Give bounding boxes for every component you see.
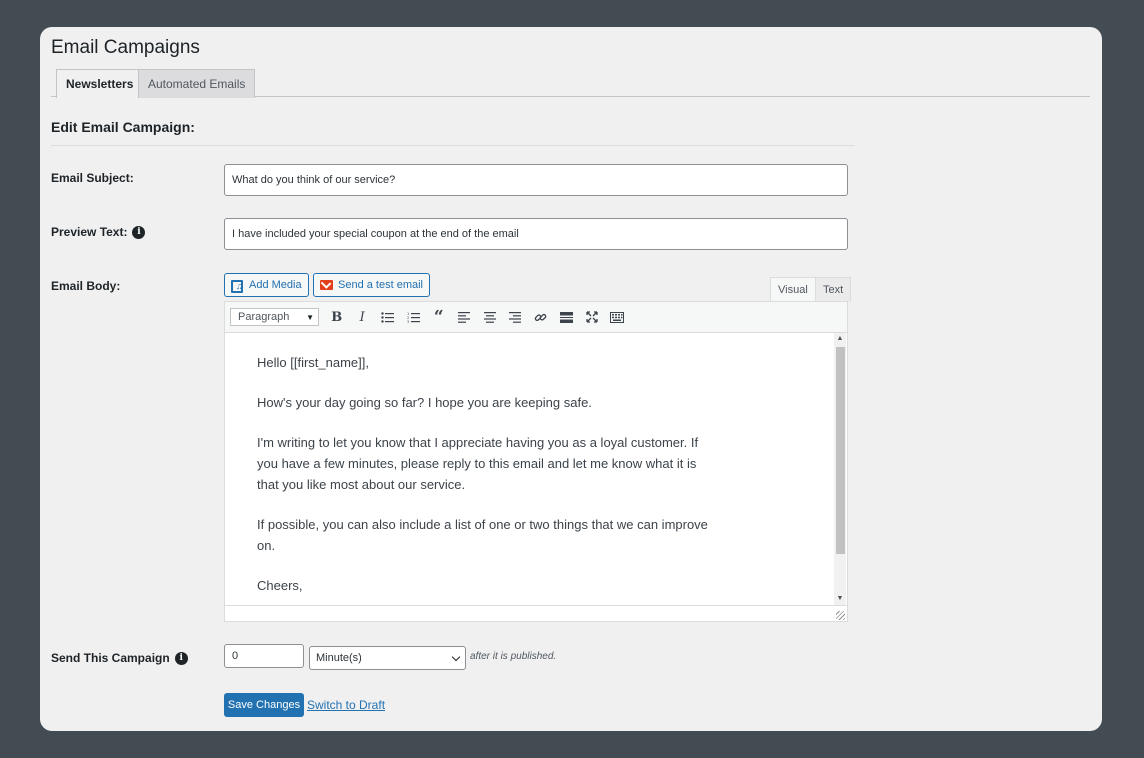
tab-text[interactable]: Text [815,277,852,302]
email-campaigns-panel: Email Campaigns Newsletters Automated Em… [40,27,1102,731]
fullscreen-icon[interactable] [579,305,605,329]
scroll-down-icon[interactable]: ▼ [834,593,846,605]
page-title: Email Campaigns [51,37,200,58]
toolbar-toggle-icon[interactable] [605,305,631,329]
editor-scrollbar[interactable]: ▲ ▼ [834,333,846,605]
body-paragraph: Cheers, [257,578,303,593]
resize-handle-icon[interactable] [836,611,845,620]
tab-automated-emails[interactable]: Automated Emails [138,69,256,98]
dropdown-arrow-icon: ▼ [306,312,314,322]
preview-text-input[interactable] [224,218,848,250]
email-body-label: Email Body: [51,279,121,293]
delay-unit-select[interactable]: Minute(s) [309,646,466,670]
bold-icon[interactable]: B [324,305,350,329]
align-center-icon[interactable] [477,305,503,329]
editor-status-bar [224,605,848,622]
svg-text:3: 3 [407,320,409,323]
body-paragraph: Hello [[first_name]], [257,355,369,370]
body-paragraph: I'm writing to let you know that I appre… [257,435,699,492]
media-icon [231,279,244,293]
editor-toolbar: Paragraph ▼ B I 123 “ [224,301,848,333]
tab-newsletters[interactable]: Newsletters [56,69,144,98]
info-icon[interactable]: i [132,225,146,239]
body-paragraph: How's your day going so far? I hope you … [257,395,592,410]
send-test-email-button[interactable]: Send a test email [313,273,430,297]
read-more-icon[interactable] [554,305,580,329]
preview-text-label: Preview Text: i [51,225,146,239]
link-icon[interactable] [528,305,554,329]
align-right-icon[interactable] [503,305,529,329]
save-changes-button[interactable]: Save Changes [224,693,304,717]
tab-visual[interactable]: Visual [770,277,816,302]
add-media-button[interactable]: Add Media [224,273,309,297]
bulleted-list-icon[interactable] [375,305,401,329]
delay-amount-input[interactable] [224,644,304,668]
format-select[interactable]: Paragraph ▼ [230,308,319,326]
section-title: Edit Email Campaign: [51,119,195,135]
send-campaign-label: Send This Campaign i [51,651,188,665]
scroll-up-icon[interactable]: ▲ [834,333,846,345]
email-body-content[interactable]: Hello [[first_name]], How's your day goi… [257,352,717,605]
chevron-down-icon [451,652,461,661]
mail-icon [320,280,333,290]
switch-to-draft-link[interactable]: Switch to Draft [307,698,385,712]
body-paragraph: If possible, you can also include a list… [257,517,708,553]
info-icon[interactable]: i [174,651,188,665]
section-divider [51,145,855,146]
numbered-list-icon[interactable]: 123 [401,305,427,329]
email-subject-input[interactable] [224,164,848,196]
italic-icon[interactable]: I [350,305,376,329]
email-body-editor[interactable]: Hello [[first_name]], How's your day goi… [224,333,848,605]
align-left-icon[interactable] [452,305,478,329]
blockquote-icon[interactable]: “ [426,305,452,329]
tab-bar: Newsletters Automated Emails [51,69,1090,98]
delay-suffix-text: after it is published. [470,651,557,662]
email-subject-label: Email Subject: [51,171,134,185]
scrollbar-thumb[interactable] [836,347,845,554]
